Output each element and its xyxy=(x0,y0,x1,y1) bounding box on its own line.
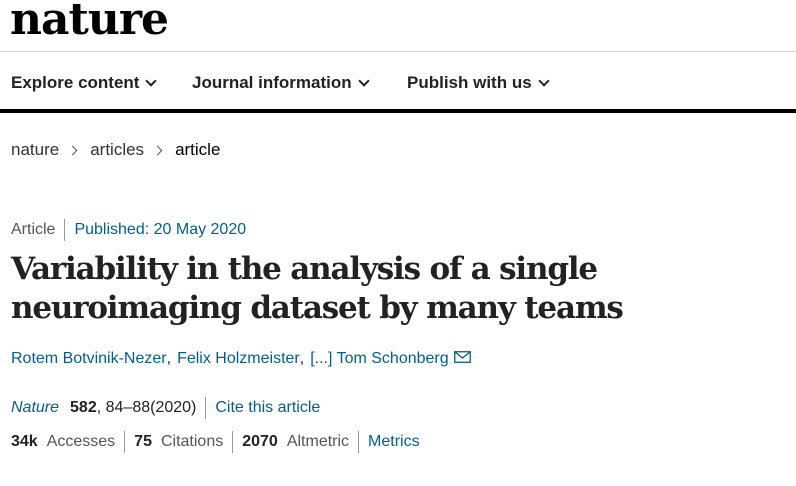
nav-publish-with-us-label: Publish with us xyxy=(407,73,532,92)
nav-journal-information[interactable]: Journal information xyxy=(192,73,370,93)
divider xyxy=(124,431,126,453)
chevron-down-icon xyxy=(145,75,158,87)
page-range: , 84–88 xyxy=(96,399,151,416)
citation-line: Nature 582 , 84–88 (2020) Cite this arti… xyxy=(11,397,320,419)
site-header: nature xyxy=(0,0,796,52)
chevron-right-icon xyxy=(152,145,163,155)
metrics-link[interactable]: Metrics xyxy=(368,433,420,451)
volume-number: 582 xyxy=(70,399,97,416)
chevron-down-icon xyxy=(357,75,370,87)
breadcrumb: nature articles article xyxy=(11,140,220,160)
citations-count: 75 xyxy=(134,433,152,450)
divider xyxy=(205,397,207,419)
breadcrumb-item-articles[interactable]: articles xyxy=(90,140,144,160)
accesses-label: Accesses xyxy=(46,433,116,450)
breadcrumb-item-article: article xyxy=(175,140,221,159)
author-link[interactable]: Rotem Botvinik-Nezer xyxy=(11,350,167,368)
main-navigation: Explore content Journal information Publ… xyxy=(0,53,796,113)
email-icon[interactable] xyxy=(453,351,471,363)
publication-year: (2020) xyxy=(150,399,197,416)
cite-this-article-link[interactable]: Cite this article xyxy=(215,399,320,417)
author-separator: , xyxy=(299,350,305,367)
nav-explore-content[interactable]: Explore content xyxy=(11,73,158,93)
author-list: Rotem Botvinik-Nezer, Felix Holzmeister,… xyxy=(11,350,471,368)
divider xyxy=(358,431,360,453)
nav-explore-content-label: Explore content xyxy=(11,73,140,92)
citations-label: Citations xyxy=(160,433,224,450)
breadcrumb-item-nature[interactable]: nature xyxy=(11,140,59,160)
journal-name: Nature xyxy=(11,399,60,416)
author-separator: , xyxy=(166,350,172,367)
article-type: Article xyxy=(11,221,56,238)
nav-journal-information-label: Journal information xyxy=(192,73,352,92)
divider xyxy=(64,219,66,241)
article-meta: Article Published: 20 May 2020 xyxy=(11,219,246,241)
author-link[interactable]: [...] Tom Schonberg xyxy=(310,350,448,368)
chevron-right-icon xyxy=(67,145,78,155)
nature-logo[interactable]: nature xyxy=(10,0,169,44)
nav-publish-with-us[interactable]: Publish with us xyxy=(407,73,550,93)
article-title: Variability in the analysis of a single … xyxy=(11,251,624,326)
published-date-link[interactable]: Published: 20 May 2020 xyxy=(74,221,246,239)
chevron-down-icon xyxy=(538,75,550,87)
accesses-count: 34k xyxy=(11,433,38,450)
altmetric-label: Altmetric xyxy=(286,433,350,450)
altmetric-score: 2070 xyxy=(242,433,278,450)
article-metrics: 34k Accesses 75 Citations 2070 Altmetric… xyxy=(11,431,420,453)
author-link[interactable]: Felix Holzmeister xyxy=(177,350,300,368)
divider xyxy=(232,431,234,453)
